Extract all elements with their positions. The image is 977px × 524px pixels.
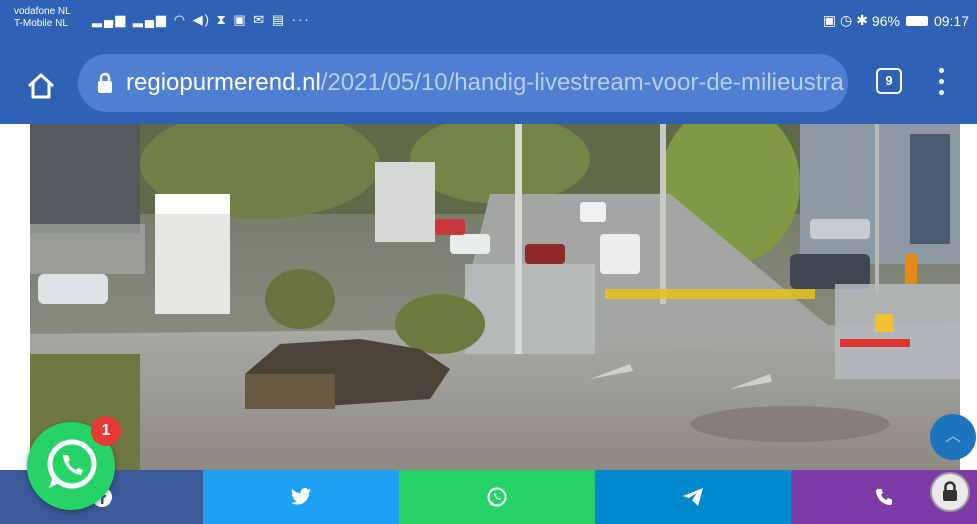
notification-icon: ▣ [233,12,248,27]
app-icon: ▤ [271,12,287,27]
telegram-icon [683,488,703,506]
whatsapp-icon [487,487,507,507]
url-domain: regiopurmerend.nl [126,69,321,96]
lock-icon [98,72,112,93]
signal-icon: ▂▄▆ [92,12,128,27]
address-bar[interactable]: regiopurmerend.nl/2021/05/10/handig-live… [78,54,848,112]
notification-badge: 1 [91,416,121,446]
twitter-icon [290,488,312,505]
livestream-image[interactable] [30,124,960,470]
lock-button[interactable] [930,472,970,512]
url-text: regiopurmerend.nl/2021/05/10/handig-live… [126,69,844,97]
browser-toolbar: regiopurmerend.nl/2021/05/10/handig-live… [0,44,977,124]
carrier-2: T-Mobile NL [14,18,68,29]
mail-icon: ✉ [253,12,267,27]
carrier-1: vodafone NL [14,6,71,17]
nfc-icon: ▣ [822,12,836,28]
status-right: ▣ ◷ ✱ 96% 09:17 [823,12,969,29]
chevron-up-icon: ︿ [944,428,961,445]
wifi-icon: ◠ [173,12,188,27]
signal-icon-2: ▂▄▆ [132,12,169,27]
tab-switcher-button[interactable]: 9 [876,68,902,94]
phone-icon [876,489,892,505]
page-content [0,124,977,470]
lock-icon [943,481,957,501]
whatsapp-share-button[interactable] [399,470,595,524]
home-icon[interactable] [26,72,56,100]
more-notifications-icon: ··· [291,12,311,27]
share-progress-line [440,520,570,524]
bluetooth-icon: ✱ [856,12,868,28]
hourglass-icon: ⧗ [216,12,228,27]
overflow-menu-icon[interactable] [936,68,946,102]
clock: 09:17 [933,12,969,29]
scroll-to-top-button[interactable]: ︿ [930,414,976,460]
social-share-bar [0,470,977,524]
battery-icon [905,15,928,26]
url-path: /2021/05/10/handig-livestream-voor-de-mi… [320,69,844,96]
carrier-info: vodafone NL T-Mobile NL [14,6,71,30]
battery-percent: 96% [871,12,900,29]
telegram-share-button[interactable] [595,470,791,524]
status-bar: vodafone NL T-Mobile NL ▂▄▆ ▂▄▆ ◠ ◀) ⧗ ▣… [0,0,977,44]
alarm-icon: ◷ [839,12,853,28]
twitter-share-button[interactable] [203,470,399,524]
volume-icon: ◀) [192,12,211,27]
status-icons: ▂▄▆ ▂▄▆ ◠ ◀) ⧗ ▣ ✉ ▤ ··· [92,12,311,28]
